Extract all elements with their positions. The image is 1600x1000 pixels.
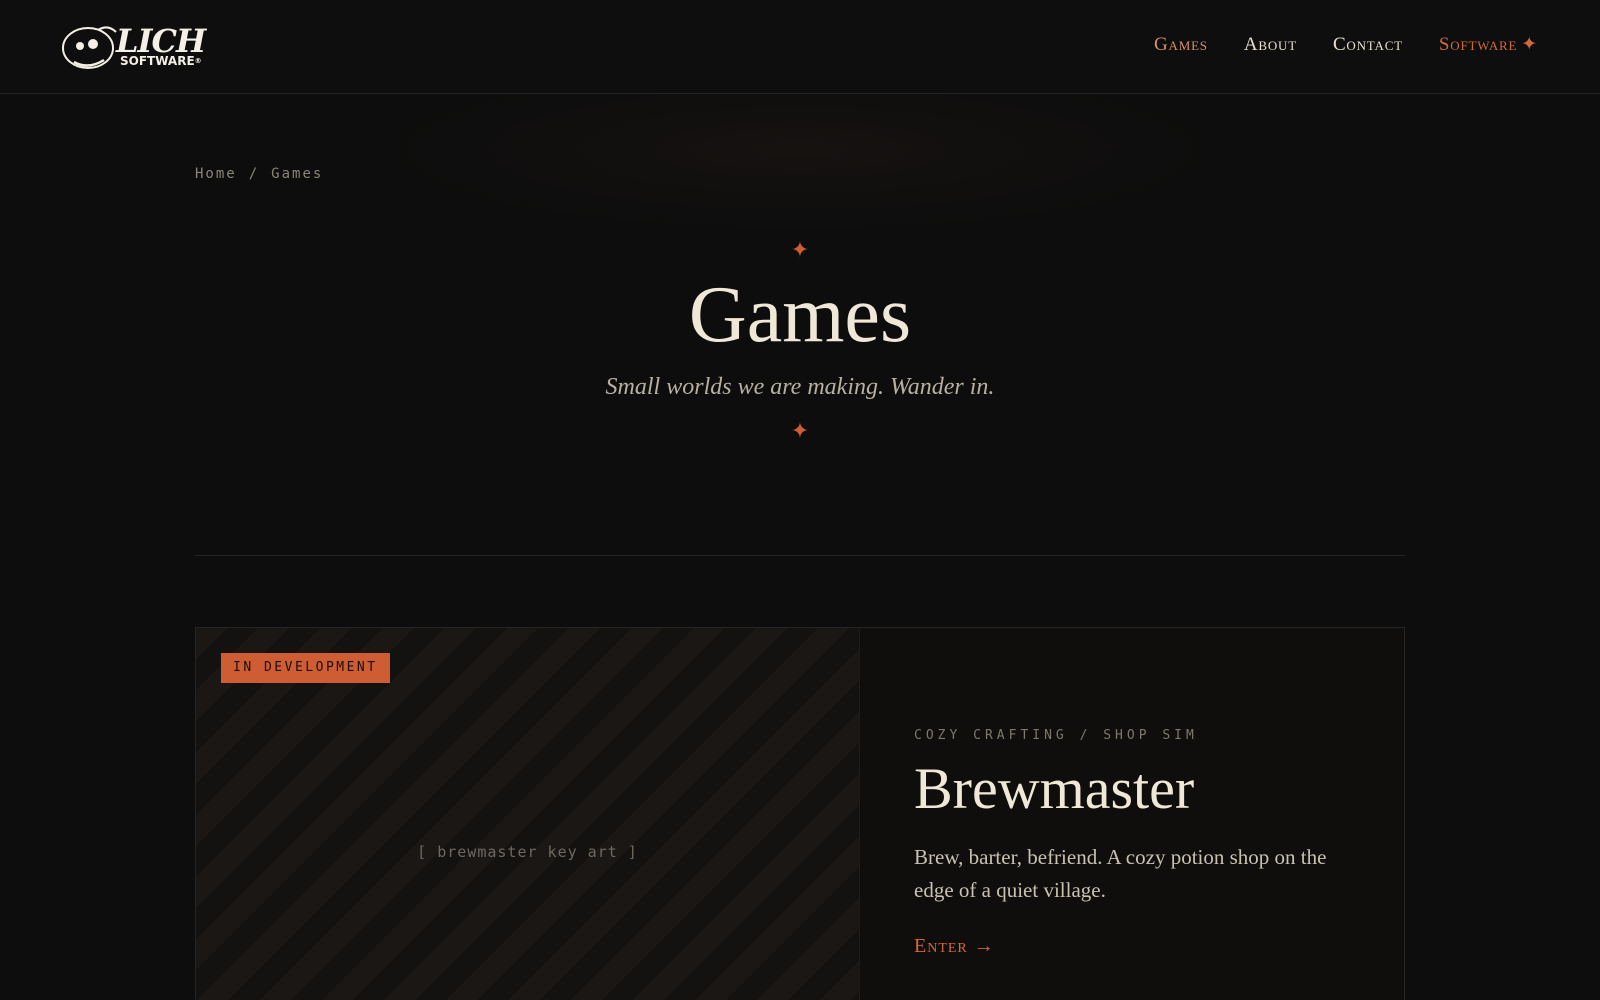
main-nav: Games About Contact Software ✦	[1154, 33, 1538, 56]
nav-games[interactable]: Games	[1154, 34, 1208, 56]
page-subtitle: Small worlds we are making. Wander in.	[605, 374, 995, 400]
page: LICH SOFTWARE® Games About Contact Softw…	[0, 0, 1600, 1000]
sparkle-ornament-icon: ✦	[790, 238, 810, 263]
breadcrumb-current: Games	[271, 166, 324, 182]
nav-contact[interactable]: Contact	[1333, 34, 1403, 56]
breadcrumb-separator: /	[248, 166, 260, 182]
game-description: Brew, barter, befriend. A cozy potion sh…	[914, 845, 1327, 902]
key-art-placeholder: [ brewmaster key art ]	[417, 843, 638, 861]
status-badge: IN DEVELOPMENT	[221, 653, 390, 683]
nav-software[interactable]: Software ✦	[1439, 33, 1538, 56]
game-card-brewmaster[interactable]: IN DEVELOPMENT [ brewmaster key art ] CO…	[195, 627, 1405, 1000]
breadcrumb: Home / Games	[195, 166, 323, 182]
nav-about[interactable]: About	[1244, 34, 1297, 56]
sparkle-ornament-icon: ✦	[790, 419, 810, 444]
lich-skull-icon	[62, 26, 117, 69]
game-title: Brewmaster	[914, 756, 1195, 821]
nav-software-label: Software	[1438, 34, 1518, 55]
game-genre: COZY CRAFTING / SHOP SIM	[914, 728, 1198, 743]
breadcrumb-home[interactable]: Home	[195, 166, 237, 182]
sparkle-icon: ✦	[1521, 34, 1538, 55]
game-info: COZY CRAFTING / SHOP SIM Brewmaster Brew…	[860, 628, 1404, 1000]
section-divider	[195, 555, 1405, 556]
hero: ✦ Games Small worlds we are making. Wand…	[0, 240, 1600, 443]
logo-subtitle: SOFTWARE®	[120, 54, 202, 68]
enter-game-link[interactable]: Enter →	[914, 935, 995, 958]
logo-wordmark: LICH	[116, 22, 206, 60]
page-title: Games	[688, 271, 912, 359]
game-key-art: IN DEVELOPMENT [ brewmaster key art ]	[196, 628, 860, 1000]
site-logo[interactable]: LICH SOFTWARE®	[60, 22, 210, 72]
site-header: LICH SOFTWARE® Games About Contact Softw…	[0, 0, 1600, 94]
